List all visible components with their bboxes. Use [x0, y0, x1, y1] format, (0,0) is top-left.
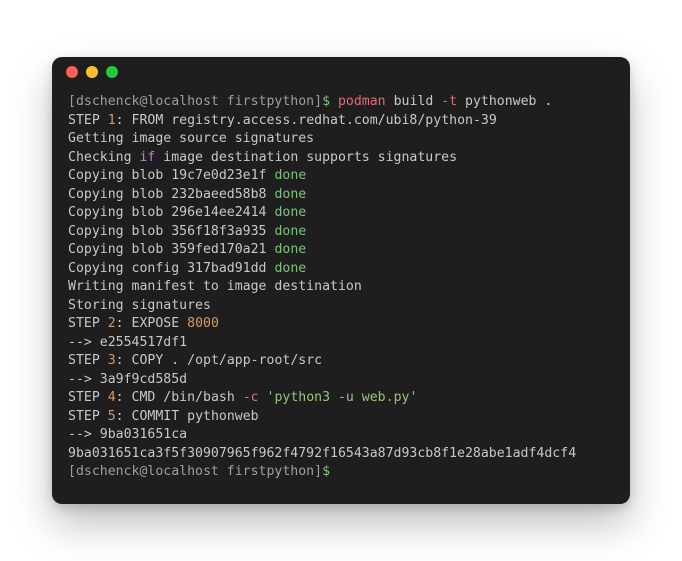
step4-str: 'python3 -u web.py': [267, 390, 418, 405]
step4-prefix: STEP: [68, 390, 108, 405]
checking-post: image destination supports signatures: [155, 150, 457, 165]
prompt-dollar: $: [322, 464, 330, 479]
step3-rest: COPY . /opt/app-root/src: [124, 353, 323, 368]
step5-rest: COMMIT pythonweb: [124, 409, 259, 424]
line-storing: Storing signatures: [68, 298, 211, 313]
blob-pre: Copying config 317bad91dd: [68, 261, 274, 276]
step2-prefix: STEP: [68, 316, 108, 331]
step1-prefix: STEP: [68, 113, 108, 128]
prompt-dollar: $: [322, 94, 330, 109]
step2-num: 2: [108, 316, 116, 331]
blob-pre: Copying blob 19c7e0d23e1f: [68, 168, 274, 183]
step4-num: 4: [108, 390, 116, 405]
blob-done: done: [274, 205, 306, 220]
step2-port: 8000: [187, 316, 219, 331]
arrow-rest: > 9ba031651ca: [84, 427, 187, 442]
step1-num: 1: [108, 113, 116, 128]
step5-colon: :: [116, 409, 124, 424]
blob-pre: Copying blob 359fed170a21: [68, 242, 274, 257]
line-manifest: Writing manifest to image destination: [68, 279, 362, 294]
arrow-dash: --: [68, 372, 84, 387]
prompt-user: [dschenck@localhost firstpython]: [68, 94, 322, 109]
checking-pre: Checking: [68, 150, 139, 165]
blob-pre: Copying blob 356f18f3a935: [68, 224, 274, 239]
arrow-dash: --: [68, 427, 84, 442]
step5-prefix: STEP: [68, 409, 108, 424]
step3-num: 3: [108, 353, 116, 368]
terminal-window: [dschenck@localhost firstpython]$ podman…: [52, 57, 630, 504]
prompt-user: [dschenck@localhost firstpython]: [68, 464, 322, 479]
checking-kw: if: [139, 150, 155, 165]
arrow-rest: > e2554517df1: [84, 335, 187, 350]
flag-t: -t: [441, 94, 457, 109]
line-get-sigs: Getting image source signatures: [68, 131, 314, 146]
step2-colon: :: [116, 316, 124, 331]
blob-done: done: [274, 261, 306, 276]
step3-colon: :: [116, 353, 124, 368]
blob-pre: Copying blob 232baeed58b8: [68, 187, 274, 202]
step1-colon: :: [116, 113, 124, 128]
command-rest: pythonweb .: [457, 94, 552, 109]
step4-colon: :: [116, 390, 124, 405]
flag-c: -c: [243, 390, 267, 405]
maximize-icon[interactable]: [106, 66, 118, 78]
command-sub: build: [386, 94, 442, 109]
terminal-output: [dschenck@localhost firstpython]$ podman…: [52, 87, 630, 504]
close-icon[interactable]: [66, 66, 78, 78]
blob-done: done: [274, 242, 306, 257]
step1-rest: FROM registry.access.redhat.com/ubi8/pyt…: [124, 113, 497, 128]
arrow-dash: --: [68, 335, 84, 350]
blob-pre: Copying blob 296e14ee2414: [68, 205, 274, 220]
step3-prefix: STEP: [68, 353, 108, 368]
title-bar: [52, 57, 630, 87]
step5-num: 5: [108, 409, 116, 424]
hash-line: 9ba031651ca3f5f30907965f962f4792f16543a8…: [68, 446, 576, 461]
step4-mid: CMD /bin/bash: [124, 390, 243, 405]
command-name: podman: [338, 94, 386, 109]
arrow-rest: > 3a9f9cd585d: [84, 372, 187, 387]
minimize-icon[interactable]: [86, 66, 98, 78]
blob-done: done: [274, 224, 306, 239]
step2-mid: EXPOSE: [124, 316, 188, 331]
blob-done: done: [274, 168, 306, 183]
blob-done: done: [274, 187, 306, 202]
